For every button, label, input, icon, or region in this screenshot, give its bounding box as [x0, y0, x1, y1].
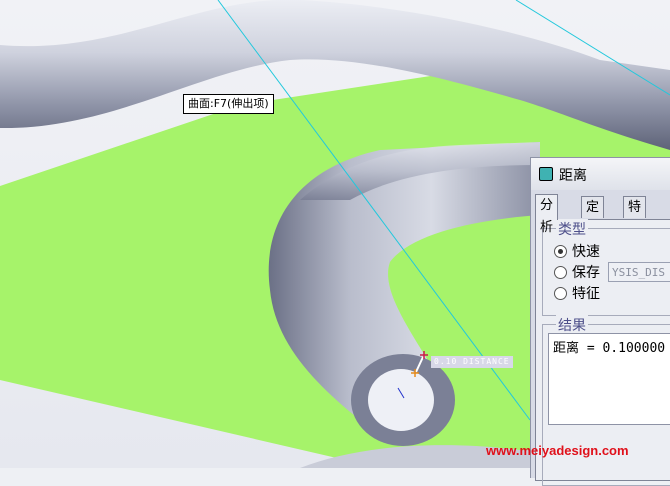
tube-end-hole [368, 369, 434, 431]
type-group-title: 类型 [556, 219, 588, 239]
surface-tooltip: 曲面:F7(伸出项) [183, 94, 274, 114]
result-distance: 距离 = 0.100000 [553, 341, 666, 356]
tab-analysis[interactable]: 分析 [535, 194, 559, 235]
radio-quick[interactable] [554, 245, 567, 258]
dialog-icon [539, 167, 553, 181]
results-group-title: 结果 [556, 315, 588, 335]
dialog-title: 距离 [559, 168, 587, 184]
save-name-field[interactable]: YSIS_DIS [608, 262, 670, 282]
results-textarea[interactable]: 距离 = 0.100000 [548, 333, 670, 425]
distance-annotation: 0.10 DISTANCE [431, 356, 513, 368]
radio-save[interactable] [554, 266, 567, 279]
dialog-titlebar[interactable]: 距离 [531, 158, 670, 190]
radio-save-label[interactable]: 保存 [572, 262, 600, 282]
tab-definition[interactable]: 定义 [581, 196, 605, 237]
radio-feature-label[interactable]: 特征 [572, 283, 600, 303]
tab-feature[interactable]: 特征 [623, 196, 647, 237]
watermark: www.meiyadesign.com [486, 443, 629, 458]
radio-quick-label[interactable]: 快速 [572, 241, 600, 261]
analysis-panel: 类型 快速 保存 YSIS_DIS 特征 结果 距离 = 0.100000 [535, 219, 670, 486]
radio-feature[interactable] [554, 287, 567, 300]
distance-dialog: 距离 分析 定义 特征 类型 快速 保存 YSIS_DIS 特征 结果 距离 =… [530, 157, 670, 486]
